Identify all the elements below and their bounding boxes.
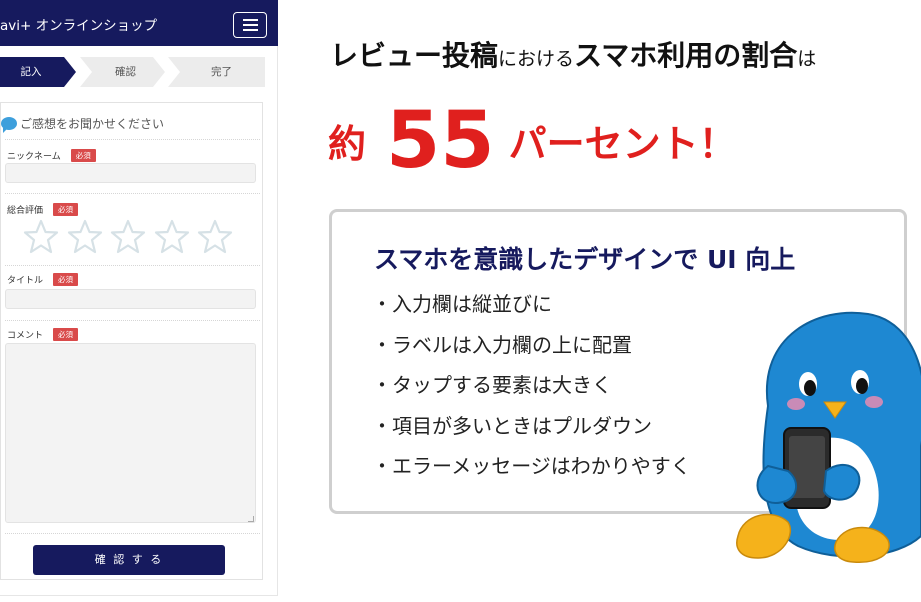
speech-bubble-icon [1,117,17,133]
stat-value: 55 [386,96,495,186]
required-badge: 必須 [53,203,79,216]
star-icon[interactable] [110,219,146,255]
confirm-button[interactable]: 確 認 す る [33,545,225,575]
site-title: avi+ オンラインショップ [0,18,158,34]
form-heading-text: ご感想をお聞かせください [20,117,165,131]
star-icon[interactable] [154,219,190,255]
nickname-label-text: ニックネーム [7,152,61,162]
stat-prefix: 約 [328,122,367,166]
title-label-text: タイトル [7,276,44,286]
penguin-with-smartphone-illustration [736,311,921,563]
headline: レビュー投稿におけるスマホ利用の割合は [330,34,816,74]
statistic: 約 55 パーセント！ [328,96,737,186]
form-heading: ご感想をお聞かせください [1,115,164,135]
star-icon[interactable] [197,219,233,255]
hamburger-menu-button[interactable] [233,12,267,38]
headline-part4: は [797,48,817,70]
step-input-active: 記入 [0,57,76,87]
rating-label-text: 総合評価 [7,206,44,216]
progress-steps: 記入 確認 完了 [0,57,265,87]
menu-icon-bar [243,19,258,21]
star-icon[interactable] [23,219,59,255]
menu-icon-bar [243,24,258,26]
phone-mockup: avi+ オンラインショップ 記入 確認 完了 ご感想をお聞かせください ニック… [0,0,278,596]
rating-label: 総合評価 必須 [7,203,79,216]
headline-part2: における [498,48,575,70]
divider [5,265,260,266]
step-complete: 完了 [168,57,265,87]
divider [5,139,260,140]
required-badge: 必須 [53,273,79,286]
headline-part3: スマホ利用の割合 [574,39,798,72]
app-header: avi+ オンラインショップ [0,0,278,46]
title-input[interactable] [5,289,256,309]
textarea-resize-handle[interactable] [248,516,254,522]
divider [5,193,260,194]
comment-label-text: コメント [7,331,44,341]
divider [5,533,260,534]
nickname-label: ニックネーム 必須 [7,149,96,162]
divider [5,320,260,321]
star-rating [23,219,237,255]
headline-part1: レビュー投稿 [330,39,499,72]
comment-textarea[interactable] [5,343,256,523]
title-label: タイトル 必須 [7,273,79,286]
review-form: ご感想をお聞かせください ニックネーム 必須 総合評価 必須 タイトル 必須 コメント… [0,102,263,580]
required-badge: 必須 [53,328,79,341]
star-icon[interactable] [67,219,103,255]
menu-icon-bar [243,29,258,31]
tips-title: スマホを意識したデザインで UI 向上 [374,245,796,274]
stat-suffix: パーセント！ [508,122,737,166]
step-confirm: 確認 [80,57,165,87]
comment-label: コメント 必須 [7,328,79,341]
required-badge: 必須 [70,149,96,162]
nickname-input[interactable] [5,163,256,183]
